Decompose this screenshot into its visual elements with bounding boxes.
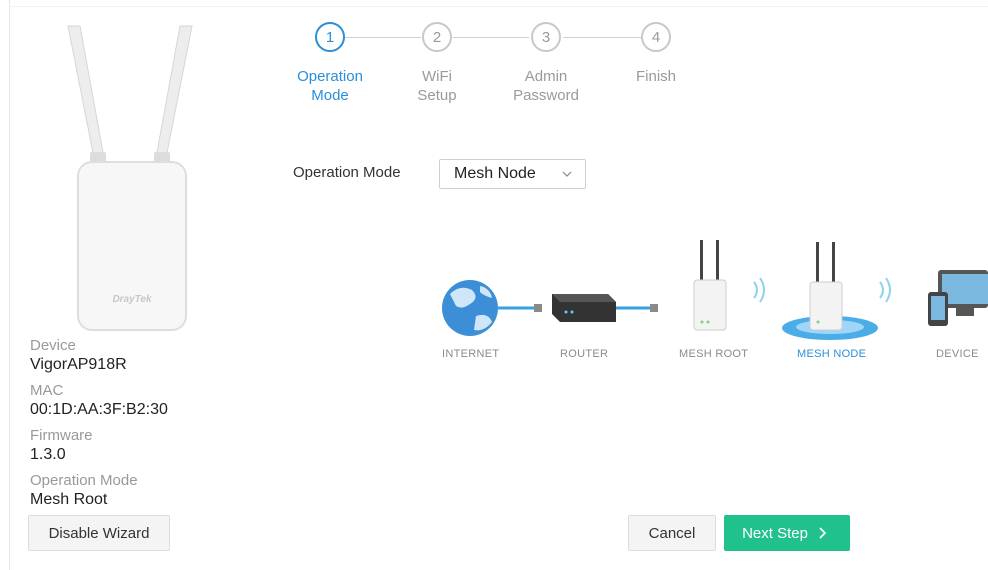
step-1-circle[interactable]: 1 [315,22,345,52]
step-3-label: Admin Password [501,67,591,105]
mesh-root-ap-icon [693,240,727,331]
wifi-signal-icon [879,277,891,303]
step-3-label-line2: Password [513,87,579,104]
cancel-button[interactable]: Cancel [628,515,716,551]
router-icon [552,294,616,322]
topology-label-router: ROUTER [560,348,609,360]
step-3-circle[interactable]: 3 [531,22,561,52]
step-1-label: Operation Mode [285,67,375,105]
chevron-down-icon [562,171,572,177]
disable-wizard-button[interactable]: Disable Wizard [28,515,170,551]
operation-mode-label: Operation Mode [293,164,401,181]
firmware-value: 1.3.0 [30,446,66,463]
step-4-label-line1: Finish [635,68,676,85]
step-2-label-line1: WiFi [422,68,452,85]
operation-mode-info-value: Mesh Root [30,491,108,508]
step-3-label-line1: Admin [524,68,568,85]
step-2-label-line2: Setup [417,87,457,104]
step-connector [345,37,421,38]
chevron-right-icon [819,527,827,539]
topology-diagram [442,240,988,340]
step-1-label-line2: Mode [311,87,349,104]
step-connector [563,37,641,38]
step-2-circle[interactable]: 2 [422,22,452,52]
topology-label-internet: INTERNET [442,348,500,360]
brand-logo: DrayTek [112,294,152,305]
top-border [9,6,988,7]
step-4-label: Finish [616,67,696,86]
wifi-signal-icon [753,277,765,303]
step-4-circle[interactable]: 4 [641,22,671,52]
operation-mode-info-label: Operation Mode [30,472,138,489]
step-1-label-line1: Operation [297,68,363,85]
operation-mode-select[interactable]: Mesh Node [439,159,586,189]
topology-label-device: DEVICE [936,348,979,360]
access-point-image: DrayTek [67,25,193,331]
mac-value: 00:1D:AA:3F:B2:30 [30,401,168,418]
operation-mode-selected: Mesh Node [454,165,536,182]
firmware-label: Firmware [30,427,93,444]
step-2-label: WiFi Setup [397,67,477,105]
device-value: VigorAP918R [30,356,127,373]
device-label: Device [30,337,76,354]
globe-icon [442,280,498,336]
mesh-node-ap-icon [782,242,878,340]
devices-icon [928,270,988,326]
next-step-button[interactable]: Next Step [724,515,850,551]
topology-label-mesh-node: MESH NODE [797,348,867,360]
topology-label-mesh-root: MESH ROOT [679,348,749,360]
step-connector [453,37,529,38]
mac-label: MAC [30,382,64,399]
left-border [9,0,10,570]
next-step-label: Next Step [742,524,808,542]
